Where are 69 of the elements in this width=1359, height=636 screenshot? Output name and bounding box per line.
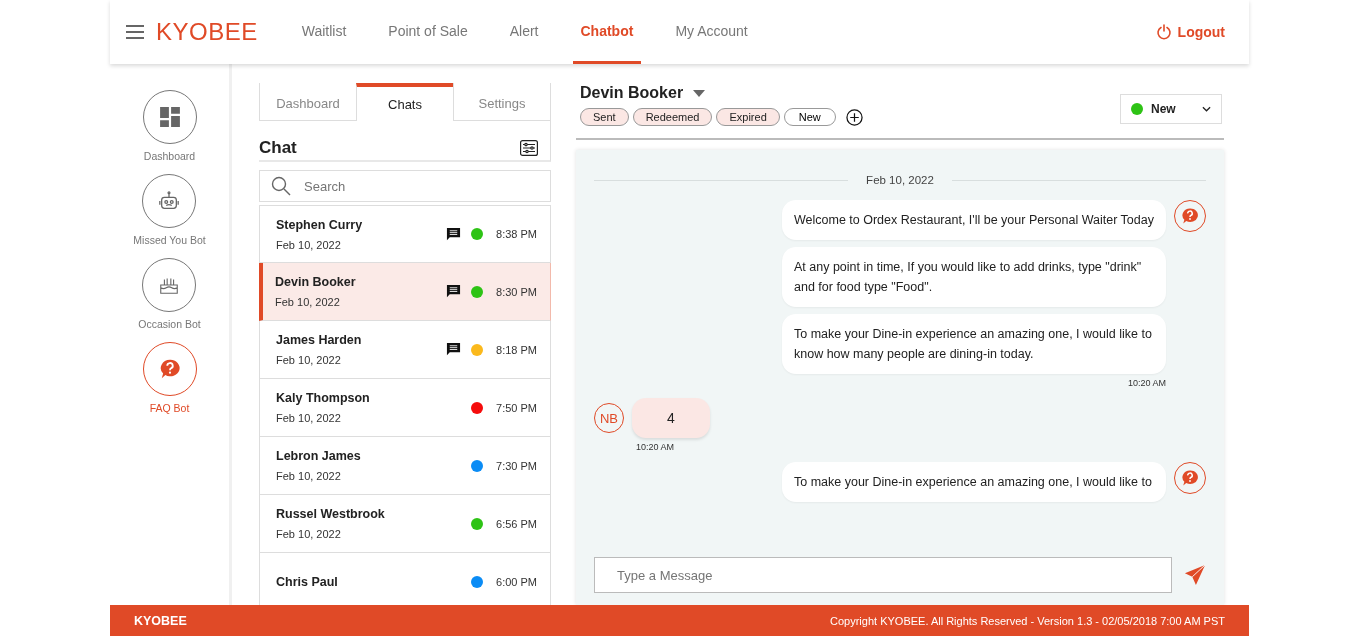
bot-label: Dashboard [143,150,196,162]
chat-date: Feb 10, 2022 [276,412,342,424]
power-icon [1155,24,1172,40]
chat-time: 7:30 PM [495,459,537,472]
message-time: 10:20 AM [1127,378,1166,388]
bot-label: Missed You Bot [133,234,206,246]
chat-time: 7:50 PM [495,401,537,414]
bot-message: To make your Dine-in experience an amazing one, I would like to know how many people are dining-in today. [782,314,1166,374]
logo[interactable]: KYOBEE [156,18,258,46]
menu-icon[interactable] [126,25,144,39]
chat-date: Feb 10, 2022 [276,238,342,251]
tab[interactable]: Settings [453,83,550,121]
chat-row[interactable]: James Harden Feb 10, 2022 8:18 PM [259,321,551,379]
message-field[interactable]: Type a Message [594,557,1172,593]
footer-brand: KYOBEE [134,613,187,628]
nav-tab[interactable]: My Account [667,0,756,64]
date-divider: Feb 10, 2022 [866,174,934,186]
nav-tab[interactable]: Point of Sale [380,0,476,64]
contact-name: Devin Booker [275,275,357,289]
bot-label: FAQ Bot [149,402,190,414]
bot-message: At any point in time, If you would like to add drinks, type "drink" and for food type "Food". [782,247,1166,307]
tag-input[interactable]: New [783,108,836,126]
contact-name: Chris Paul [276,574,339,589]
nav-tab[interactable]: Waitlist [293,0,355,64]
contact-name: Devin Booker [580,84,684,102]
chat-date: Feb 10, 2022 [276,528,342,540]
bot-label: Occasion Bot [138,318,201,330]
caret-icon[interactable] [693,89,706,97]
user-message: 4 [632,398,710,438]
bot-message: Welcome to Ordex Restaurant, I'll be your Personal Waiter Today [782,200,1166,240]
chat-date: Feb 10, 2022 [276,470,342,482]
chat-time: 6:00 PM [495,575,537,588]
bot-message: To make your Dine-in experience an amazing one, I would like to [782,462,1166,502]
contact-name: Kaly Thompson [276,391,371,405]
tag-chip[interactable]: Sent [580,108,629,126]
chat-time: 8:18 PM [495,343,537,356]
chat-date: Feb 10, 2022 [275,296,341,308]
chat-row[interactable]: Devin Booker Feb 10, 2022 8:30 PM [259,263,551,321]
search-field[interactable]: Search [259,170,551,202]
chat-row[interactable]: Stephen Curry Feb 10, 2022 8:38 PM [259,205,551,263]
chat-row[interactable]: Lebron James Feb 10, 2022 7:30 PM [259,437,551,495]
chat-row[interactable]: Russel Westbrook Feb 10, 2022 6:56 PM [259,495,551,553]
filter-icon[interactable] [520,139,538,156]
search-icon [271,176,291,196]
contact-name: Russel Westbrook [276,507,386,521]
robot-icon [158,190,181,212]
tag-chip[interactable]: Expired [716,108,780,126]
tab[interactable]: Chats [356,83,453,121]
contact-name: Stephen Curry [276,217,364,232]
send-icon[interactable] [1184,564,1206,586]
nav-tab[interactable]: Alert [501,0,547,64]
chat-date: Feb 10, 2022 [276,354,342,366]
copyright-text: Copyright KYOBEE. All Rights Reserved - Version 1.3 - 02/05/2018 7:00 AM PST [830,614,1225,627]
panel-title: Chat [259,137,297,158]
chat-time: 8:38 PM [495,228,537,240]
logout-link[interactable]: Logout [1155,24,1225,40]
status-dropdown[interactable]: New [1120,94,1222,124]
contact-name: Lebron James [276,449,362,463]
chat-time: 8:30 PM [495,285,537,298]
chat-row[interactable]: Kaly Thompson Feb 10, 2022 7:50 PM [259,379,551,437]
tag-chip[interactable]: Redeemed [632,108,713,126]
chat-time: 6:56 PM [495,517,537,530]
contact-name: James Harden [276,333,363,347]
add-icon[interactable] [845,108,863,126]
dashboard-icon [158,106,181,128]
help-chat-icon [158,358,181,380]
message-time: 10:20 AM [636,442,676,452]
chevron-icon [1202,106,1211,112]
nav-tab[interactable]: Chatbot [572,0,642,64]
